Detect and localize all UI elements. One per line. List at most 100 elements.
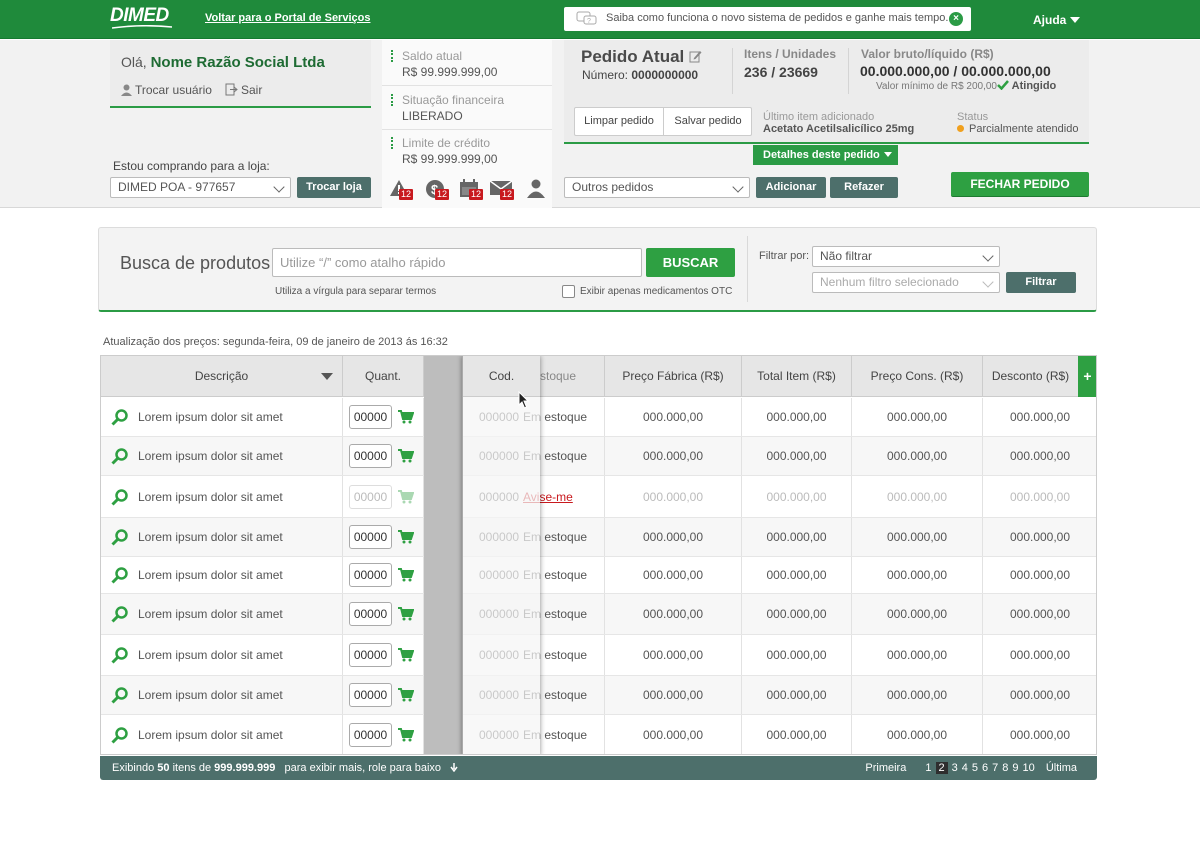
edit-icon[interactable] <box>689 50 702 63</box>
magnifier-icon[interactable] <box>111 566 129 584</box>
sort-caret-icon[interactable] <box>321 373 333 380</box>
mouse-cursor-icon <box>518 391 530 409</box>
page-last[interactable]: Última <box>1046 762 1077 774</box>
add-order-button[interactable]: Adicionar <box>756 177 826 198</box>
otc-label[interactable]: Exibir apenas medicamentos OTC <box>580 286 732 297</box>
page-5[interactable]: 5 <box>972 762 978 774</box>
profile-icon[interactable] <box>527 179 545 198</box>
other-orders-select[interactable]: Outros pedidos <box>564 177 750 198</box>
order-actions: Limpar pedido Salvar pedido <box>574 107 752 136</box>
quantity-input[interactable]: 00000 <box>349 444 392 468</box>
col-header-item-total[interactable]: Total Item (R$) <box>742 356 852 397</box>
col-header-quantity[interactable]: Quant. <box>343 356 424 397</box>
magnifier-icon[interactable] <box>111 488 129 506</box>
order-title[interactable]: Pedido Atual <box>581 47 702 67</box>
cart-icon[interactable] <box>398 410 414 424</box>
page-3[interactable]: 3 <box>952 762 958 774</box>
quantity-input[interactable]: 00000 <box>349 405 392 429</box>
cell-quantity: 00000 <box>343 476 424 517</box>
cell-factory-price: 000.000,00 <box>605 635 742 675</box>
filter-button[interactable]: Filtrar <box>1006 272 1076 293</box>
magnifier-icon[interactable] <box>111 686 129 704</box>
cell-factory-price-value: 000.000,00 <box>642 727 704 742</box>
store-select[interactable]: DIMED POA - 977657 <box>110 177 291 198</box>
col-header-discount[interactable]: Desconto (R$) <box>983 356 1078 397</box>
finance-notification[interactable]: $ 12 <box>425 179 450 201</box>
search-button[interactable]: BUSCAR <box>646 248 735 277</box>
magnifier-icon[interactable] <box>111 447 129 465</box>
product-description[interactable]: Lorem ipsum dolor sit amet <box>138 410 283 424</box>
cart-icon[interactable] <box>398 449 414 463</box>
filter-value-select[interactable]: Nenhum filtro selecionado <box>812 272 1000 293</box>
dimed-logo[interactable]: DIMED <box>110 5 169 27</box>
quantity-input[interactable]: 00000 <box>349 484 392 509</box>
search-input[interactable]: Utilize “/” como atalho rápido <box>272 248 642 277</box>
product-description[interactable]: Lorem ipsum dolor sit amet <box>138 728 283 742</box>
page-7[interactable]: 7 <box>992 762 998 774</box>
cell-factory-price: 000.000,00 <box>605 398 742 436</box>
product-description[interactable]: Lorem ipsum dolor sit amet <box>138 648 283 662</box>
clear-order-button[interactable]: Limpar pedido <box>575 108 664 135</box>
chevron-down-icon <box>982 276 994 288</box>
cell-item-total-value: 000.000,00 <box>766 410 827 424</box>
cart-icon[interactable] <box>398 688 414 702</box>
message-notification[interactable]: 12 <box>489 179 515 201</box>
otc-checkbox[interactable] <box>562 285 575 298</box>
page-1[interactable]: 1 <box>925 762 931 774</box>
order-details-button[interactable]: Detalhes deste pedido <box>753 145 898 165</box>
product-description[interactable]: Lorem ipsum dolor sit amet <box>138 568 283 582</box>
quantity-input[interactable]: 00000 <box>349 643 392 667</box>
swap-store-button[interactable]: Trocar loja <box>297 177 371 198</box>
quantity-input[interactable]: 00000 <box>349 722 392 747</box>
chevron-down-icon[interactable] <box>1070 17 1080 23</box>
page-9[interactable]: 9 <box>1012 762 1018 774</box>
portal-link[interactable]: Voltar para o Portal de Serviços <box>205 12 370 24</box>
alert-notification[interactable]: 12 <box>389 179 414 201</box>
logo-swoosh <box>112 25 172 29</box>
cart-icon[interactable] <box>398 568 414 582</box>
magnifier-icon[interactable] <box>111 408 129 426</box>
dragged-column-code[interactable]: Cod. <box>462 356 540 754</box>
magnifier-icon[interactable] <box>111 528 129 546</box>
quantity-input[interactable]: 00000 <box>349 563 392 587</box>
col-header-consumer-price[interactable]: Preço Cons. (R$) <box>852 356 983 397</box>
logout-link[interactable]: Sair <box>225 83 262 97</box>
close-order-button[interactable]: FECHAR PEDIDO <box>951 172 1089 197</box>
product-description[interactable]: Lorem ipsum dolor sit amet <box>138 449 283 463</box>
save-order-button[interactable]: Salvar pedido <box>664 108 752 135</box>
help-menu[interactable]: Ajuda <box>1033 13 1066 27</box>
page-4[interactable]: 4 <box>962 762 968 774</box>
page-2[interactable]: 2 <box>935 762 948 774</box>
swap-user-link[interactable]: Trocar usuário <box>121 83 212 97</box>
filter-select[interactable]: Não filtrar <box>812 246 1000 267</box>
magnifier-icon[interactable] <box>111 726 129 744</box>
calendar-notification[interactable]: 12 <box>459 179 484 201</box>
cell-consumer-price-value: 000.000,00 <box>886 607 948 621</box>
cart-icon[interactable] <box>398 607 414 621</box>
notice-text[interactable]: Saiba como funciona o novo sistema de pe… <box>606 12 948 24</box>
cell-discount-value: 000.000,00 <box>1009 688 1071 702</box>
col-header-factory-price[interactable]: Preço Fábrica (R$) <box>605 356 742 397</box>
page-first[interactable]: Primeira <box>865 762 906 774</box>
page-6[interactable]: 6 <box>982 762 988 774</box>
col-header-description[interactable]: Descrição <box>101 356 343 397</box>
cart-icon[interactable] <box>398 648 414 662</box>
quantity-input[interactable]: 00000 <box>349 683 392 707</box>
product-description[interactable]: Lorem ipsum dolor sit amet <box>138 607 283 621</box>
product-description[interactable]: Lorem ipsum dolor sit amet <box>138 688 283 702</box>
add-column-button[interactable]: + <box>1078 356 1096 397</box>
close-icon[interactable]: × <box>949 12 963 26</box>
page-8[interactable]: 8 <box>1002 762 1008 774</box>
magnifier-icon[interactable] <box>111 646 129 664</box>
quantity-input[interactable]: 00000 <box>349 525 392 549</box>
quantity-input[interactable]: 00000 <box>349 602 392 626</box>
cart-icon[interactable] <box>398 489 414 504</box>
cart-icon[interactable] <box>398 530 414 544</box>
cart-icon[interactable] <box>398 727 414 742</box>
cell-item-total: 000.000,00 <box>742 715 852 754</box>
page-10[interactable]: 10 <box>1023 762 1035 774</box>
magnifier-icon[interactable] <box>111 605 129 623</box>
product-description[interactable]: Lorem ipsum dolor sit amet <box>138 530 283 544</box>
redo-order-button[interactable]: Refazer <box>830 177 898 198</box>
product-description[interactable]: Lorem ipsum dolor sit amet <box>138 490 283 504</box>
